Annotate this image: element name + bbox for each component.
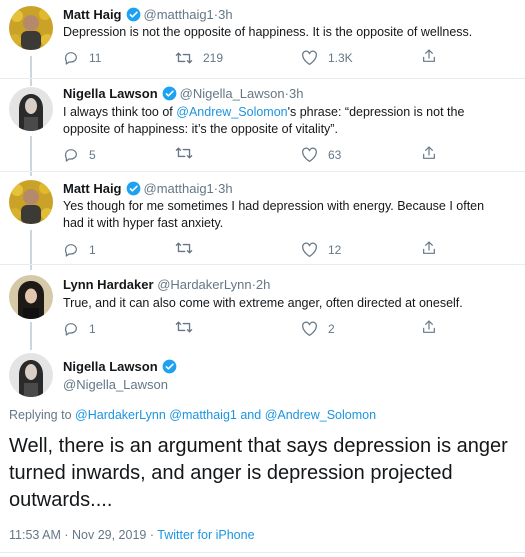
like-button[interactable]: 12 [301,240,341,260]
mention-link[interactable]: @matthaig1 [169,408,237,422]
tweet-meta: 11:53 AM · Nov 29, 2019 · Twitter for iP… [9,528,255,542]
mention-link[interactable]: @Andrew_Solomon [265,408,376,422]
tweet-time[interactable]: 2h [256,277,270,292]
avatar[interactable] [9,353,53,397]
tweet-actions: 5 63 [63,145,513,165]
reply-count: 1 [89,322,96,336]
like-count: 12 [328,243,342,257]
tweet-header: Matt Haig @matthaig1·3h [63,7,233,22]
share-icon [423,146,435,159]
author-name[interactable]: Nigella Lawson [63,86,158,101]
tweet-header: Nigella Lawson @Nigella_Lawson·3h [63,86,303,101]
share-icon [423,320,435,333]
reply-count: 5 [89,148,96,162]
reply-icon [64,244,77,257]
reply-count: 11 [89,51,102,65]
like-count: 2 [328,322,335,336]
retweet-icon [175,321,193,333]
avatar[interactable] [9,87,53,131]
reply-button[interactable]: 5 [63,145,96,165]
replying-and: and [240,408,262,422]
like-icon [302,242,317,258]
mention-link[interactable]: @HardakerLynn [75,408,166,422]
verified-badge-icon [162,359,177,374]
retweet-button[interactable] [175,319,203,335]
retweet-icon [175,242,193,254]
retweet-button[interactable] [175,240,203,256]
verified-badge-icon [126,181,140,196]
reply-count: 1 [89,243,96,257]
tweet-timestamp[interactable]: 11:53 AM · Nov 29, 2019 · [9,528,157,542]
verified-badge-icon [162,86,177,101]
avatar[interactable] [9,180,53,224]
like-count: 63 [328,148,342,162]
avatar[interactable] [9,6,53,50]
tweet-actions: 1 2 [63,319,513,339]
retweet-icon [175,52,193,64]
divider [0,552,525,553]
reply-button[interactable]: 1 [63,319,96,339]
tweet[interactable]: Lynn Hardaker @HardakerLynn·2h True, and… [0,265,525,345]
share-button[interactable] [421,145,447,161]
like-button[interactable]: 1.3K [301,48,353,68]
mention-link[interactable]: @Andrew_Solomon [176,105,287,119]
retweet-button[interactable]: 219 [175,48,223,68]
reply-icon [64,52,77,65]
tweet-time[interactable]: 3h [218,181,232,196]
tweet-time[interactable]: 3h [289,86,303,101]
verified-badge-icon [126,7,140,22]
retweet-icon [175,147,193,159]
like-icon [302,50,317,66]
tweet-text: Depression is not the opposite of happin… [63,25,473,39]
share-icon [423,49,435,62]
share-icon [423,241,435,254]
reply-button[interactable]: 1 [63,240,96,260]
tweet-header: Lynn Hardaker @HardakerLynn·2h [63,277,270,292]
author-name[interactable]: Nigella Lawson [63,359,158,374]
tweet-header: Matt Haig @matthaig1·3h [63,181,233,196]
retweet-count: 219 [203,51,224,65]
author-handle[interactable]: @Nigella_Lawson [63,377,168,392]
like-icon [302,147,317,163]
tweet-text: Well, there is an argument that says dep… [9,435,508,511]
replying-prefix: Replying to [9,408,72,422]
reply-icon [64,149,77,162]
tweet-text: True, and it can also come with extreme … [63,296,463,310]
tweet-actions: 11 219 1.3K [63,48,513,68]
share-button[interactable] [421,240,447,256]
tweet-text-part: I always think too of [63,105,177,119]
like-button[interactable]: 63 [301,145,341,165]
author-name[interactable]: Matt Haig [63,7,122,22]
retweet-button[interactable] [175,145,203,161]
tweet-actions: 1 12 [63,240,513,260]
tweet[interactable]: Matt Haig @matthaig1·3h Depression is not… [0,0,525,78]
reply-button[interactable]: 11 [63,48,101,68]
share-button[interactable] [421,319,447,335]
reply-icon [64,323,77,336]
tweet[interactable]: Nigella Lawson @Nigella_Lawson·3h I alway… [0,79,525,171]
tweet-time[interactable]: 3h [218,7,232,22]
author-name[interactable]: Lynn Hardaker [63,277,154,292]
author-handle[interactable]: @matthaig1 [144,181,214,196]
share-button[interactable] [421,48,447,64]
tweet-text: I always think too of @Andrew_Solomon's … [63,104,508,138]
author-handle[interactable]: @matthaig1 [144,7,214,22]
author-name-row: Nigella Lawson [63,359,180,374]
like-icon [302,321,317,337]
tweet-thread: Matt Haig @matthaig1·3h Depression is not… [0,0,525,557]
like-button[interactable]: 2 [301,319,335,339]
like-count: 1.3K [328,51,353,65]
author-name[interactable]: Matt Haig [63,181,122,196]
tweet[interactable]: Matt Haig @matthaig1·3h Yes though for me… [0,172,525,264]
tweet-text: Yes though for me sometimes I had depres… [63,199,485,230]
tweet-source[interactable]: Twitter for iPhone [157,528,254,542]
author-handle[interactable]: @Nigella_Lawson [180,86,285,101]
avatar[interactable] [9,275,53,319]
author-handle[interactable]: @HardakerLynn [157,277,251,292]
focused-tweet[interactable]: Nigella Lawson @Nigella_Lawson Replying … [0,345,525,557]
replying-to: Replying to @HardakerLynn @matthaig1 and… [9,408,376,422]
